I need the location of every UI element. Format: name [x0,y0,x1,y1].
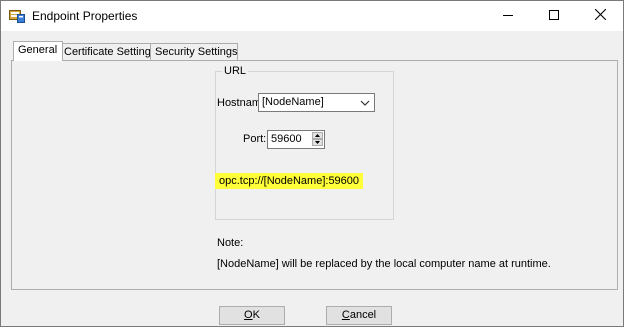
window-title: Endpoint Properties [32,9,138,23]
cancel-button[interactable]: Cancel [326,306,392,325]
minimize-button[interactable] [485,1,531,31]
ok-button[interactable]: OK [219,306,285,325]
cancel-mnemonic: C [341,309,350,321]
port-label: Port: [243,133,267,145]
title-bar[interactable]: Endpoint Properties [1,1,623,31]
hostname-value: [NodeName] [262,96,324,108]
maximize-button[interactable] [531,1,577,31]
note-text: [NodeName] will be replaced by the local… [217,258,551,270]
spin-up-button[interactable] [312,132,323,139]
tab-general[interactable]: General [13,41,63,61]
endpoint-properties-dialog: Endpoint Properties General Certificate … [0,0,624,327]
port-spinbox[interactable]: 59600 [267,130,325,149]
ok-mnemonic: O [244,309,253,321]
minimize-icon [503,10,513,23]
maximize-icon [549,9,559,23]
spin-down-button[interactable] [312,139,323,146]
tab-certificate-settings[interactable]: Certificate Settings [59,43,156,60]
url-group-title: URL [222,65,249,77]
tab-security-settings[interactable]: Security Settings [150,43,238,60]
properties-icon [9,8,25,23]
cancel-label-rest: ancel [349,309,377,321]
port-value: 59600 [271,133,302,145]
close-button[interactable] [577,1,623,31]
chevron-down-icon [360,98,370,110]
hostname-combobox[interactable]: [NodeName] [258,93,375,112]
note-label: Note: [217,237,244,249]
endpoint-url: opc.tcp://[NodeName]:59600 [215,173,364,189]
close-icon [594,8,606,23]
ok-label-rest: K [252,309,260,321]
